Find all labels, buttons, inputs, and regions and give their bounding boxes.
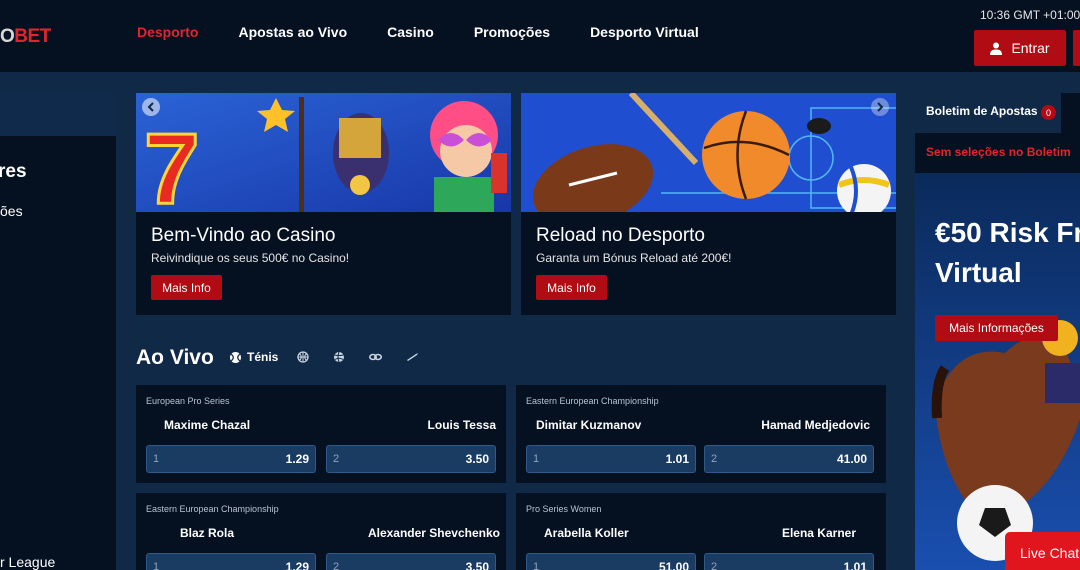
sport-tab-volleyball[interactable]	[333, 351, 350, 363]
odd-value: 41.00	[836, 452, 867, 466]
odd-label: 2	[711, 561, 718, 570]
nav-casino[interactable]: Casino	[387, 24, 434, 40]
basketball-icon	[297, 351, 309, 363]
odd-value: 51.00	[658, 560, 689, 570]
banner-title: €50 Risk Free Virtual	[935, 213, 1080, 293]
odd-value: 1.01	[843, 560, 867, 570]
match-league: European Pro Series	[146, 396, 230, 406]
chevron-left-icon	[147, 102, 154, 112]
live-section-title: Ao Vivo	[136, 346, 214, 369]
svg-text:7: 7	[144, 113, 200, 212]
login-button[interactable]: Entrar	[974, 30, 1066, 66]
top-header: OBET Desporto Apostas ao Vivo Casino Pro…	[0, 0, 1080, 72]
sport-tab-darts[interactable]	[406, 351, 424, 363]
odd-button-home[interactable]: 1 51.00	[526, 553, 696, 570]
match-away-team: Hamad Medjedovic	[761, 418, 870, 432]
odd-button-away[interactable]: 2 1.01	[704, 553, 874, 570]
odd-button-away[interactable]: 2 41.00	[704, 445, 874, 473]
virtual-promo-banner[interactable]: €50 Risk Free Virtual Mais Informações	[915, 173, 1080, 570]
odd-button-away[interactable]: 2 3.50	[326, 553, 496, 570]
odd-label: 2	[333, 453, 340, 465]
nav-promocoes[interactable]: Promoções	[474, 24, 550, 40]
match-home-team: Dimitar Kuzmanov	[536, 418, 642, 432]
odd-value: 1.29	[285, 560, 309, 570]
bet-slip-tab[interactable]: Boletim de Apostas 0	[915, 93, 1061, 133]
bet-slip-empty-message: Sem seleções no Boletim	[926, 145, 1071, 159]
promo-more-info-button[interactable]: Mais Info	[151, 275, 222, 300]
sidebar-item-league[interactable]: r League	[0, 554, 55, 570]
odd-value: 3.50	[465, 560, 489, 570]
odd-value: 1.29	[285, 452, 309, 466]
promo-more-info-button[interactable]: Mais Info	[536, 275, 607, 300]
promo-title: Bem-Vindo ao Casino	[151, 225, 336, 246]
clock: 10:36 GMT +01:00	[980, 8, 1080, 22]
live-sport-tabs: Ténis	[229, 350, 443, 364]
match-away-team: Louis Tessa	[427, 418, 496, 432]
live-match-card: Eastern European Championship Dimitar Ku…	[516, 385, 886, 483]
bet-slip: Boletim de Apostas 0 Sem seleções no Bol…	[915, 93, 1080, 173]
odd-button-home[interactable]: 1 1.29	[146, 445, 316, 473]
sport-tab-table-tennis[interactable]	[369, 351, 387, 363]
match-home-team: Arabella Koller	[544, 526, 629, 540]
promo-subtitle: Reivindique os seus 500€ no Casino!	[151, 251, 350, 265]
chevron-right-icon	[877, 102, 884, 112]
promo-card-sports: Reload no Desporto Garanta um Bónus Relo…	[521, 93, 896, 315]
sport-tab-basketball[interactable]	[297, 351, 314, 363]
odd-label: 2	[333, 561, 340, 570]
volleyball-icon	[334, 351, 345, 363]
match-league: Eastern European Championship	[526, 396, 659, 406]
match-league: Eastern European Championship	[146, 504, 279, 514]
promo-title: Reload no Desporto	[536, 225, 705, 246]
sport-tab-label: Ténis	[247, 350, 279, 364]
sidebar-item[interactable]: ões	[0, 203, 23, 219]
main-nav: Desporto Apostas ao Vivo Casino Promoçõe…	[137, 24, 739, 40]
odd-button-home[interactable]: 1 1.01	[526, 445, 696, 473]
casino-promo-image: 7	[136, 93, 511, 212]
login-label: Entrar	[1011, 40, 1050, 56]
banner-more-info-button[interactable]: Mais Informações	[935, 315, 1058, 341]
brand-logo[interactable]: OBET	[0, 26, 51, 48]
bet-slip-title: Boletim de Apostas	[926, 104, 1038, 118]
logo-bet: BET	[14, 26, 51, 47]
odd-button-away[interactable]: 2 3.50	[326, 445, 496, 473]
left-sidebar: res ões r League	[0, 92, 116, 570]
odd-label: 1	[153, 561, 160, 570]
tennis-icon	[230, 351, 241, 363]
match-home-team: Blaz Rola	[180, 526, 235, 540]
match-league: Pro Series Women	[526, 504, 602, 514]
logo-o: O	[0, 26, 15, 47]
darts-icon	[407, 353, 419, 361]
sidebar-header	[0, 92, 116, 136]
register-button[interactable]	[1073, 30, 1080, 66]
sport-tab-tennis[interactable]: Ténis	[229, 350, 278, 364]
odd-label: 1	[533, 561, 540, 570]
live-match-card: European Pro Series Maxime Chazal Louis …	[136, 385, 506, 483]
odd-button-home[interactable]: 1 1.29	[146, 553, 316, 570]
nav-desporto[interactable]: Desporto	[137, 24, 198, 40]
banner-title-line-1: €50 Risk Free	[935, 217, 1080, 248]
live-match-card: Pro Series Women Arabella Koller Elena K…	[516, 493, 886, 570]
match-away-team: Alexander Shevchenko	[367, 526, 500, 540]
carousel-prev-button[interactable]	[142, 98, 160, 116]
odd-value: 3.50	[465, 452, 489, 466]
nav-desporto-virtual[interactable]: Desporto Virtual	[590, 24, 699, 40]
odd-label: 1	[533, 453, 540, 465]
promo-card-casino: 7 Bem-Vindo ao Casino Reivindique os seu…	[136, 93, 511, 315]
sidebar-section-title: res	[0, 161, 27, 182]
promo-subtitle: Garanta um Bónus Reload até 200€!	[536, 251, 732, 265]
odd-label: 2	[711, 453, 718, 465]
nav-apostas-ao-vivo[interactable]: Apostas ao Vivo	[238, 24, 347, 40]
match-away-team: Elena Karner	[781, 526, 856, 540]
live-chat-button[interactable]: Live Chat	[1005, 532, 1080, 570]
live-match-card: Eastern European Championship Blaz Rola …	[136, 493, 506, 570]
table-tennis-icon	[369, 353, 383, 361]
banner-title-line-2: Virtual	[935, 257, 1022, 288]
sports-promo-image	[521, 93, 896, 212]
odd-value: 1.01	[665, 452, 689, 466]
match-home-team: Maxime Chazal	[164, 418, 251, 432]
carousel-next-button[interactable]	[871, 98, 889, 116]
odd-label: 1	[153, 453, 160, 465]
user-icon	[990, 42, 1003, 55]
bet-count-badge: 0	[1041, 105, 1056, 120]
